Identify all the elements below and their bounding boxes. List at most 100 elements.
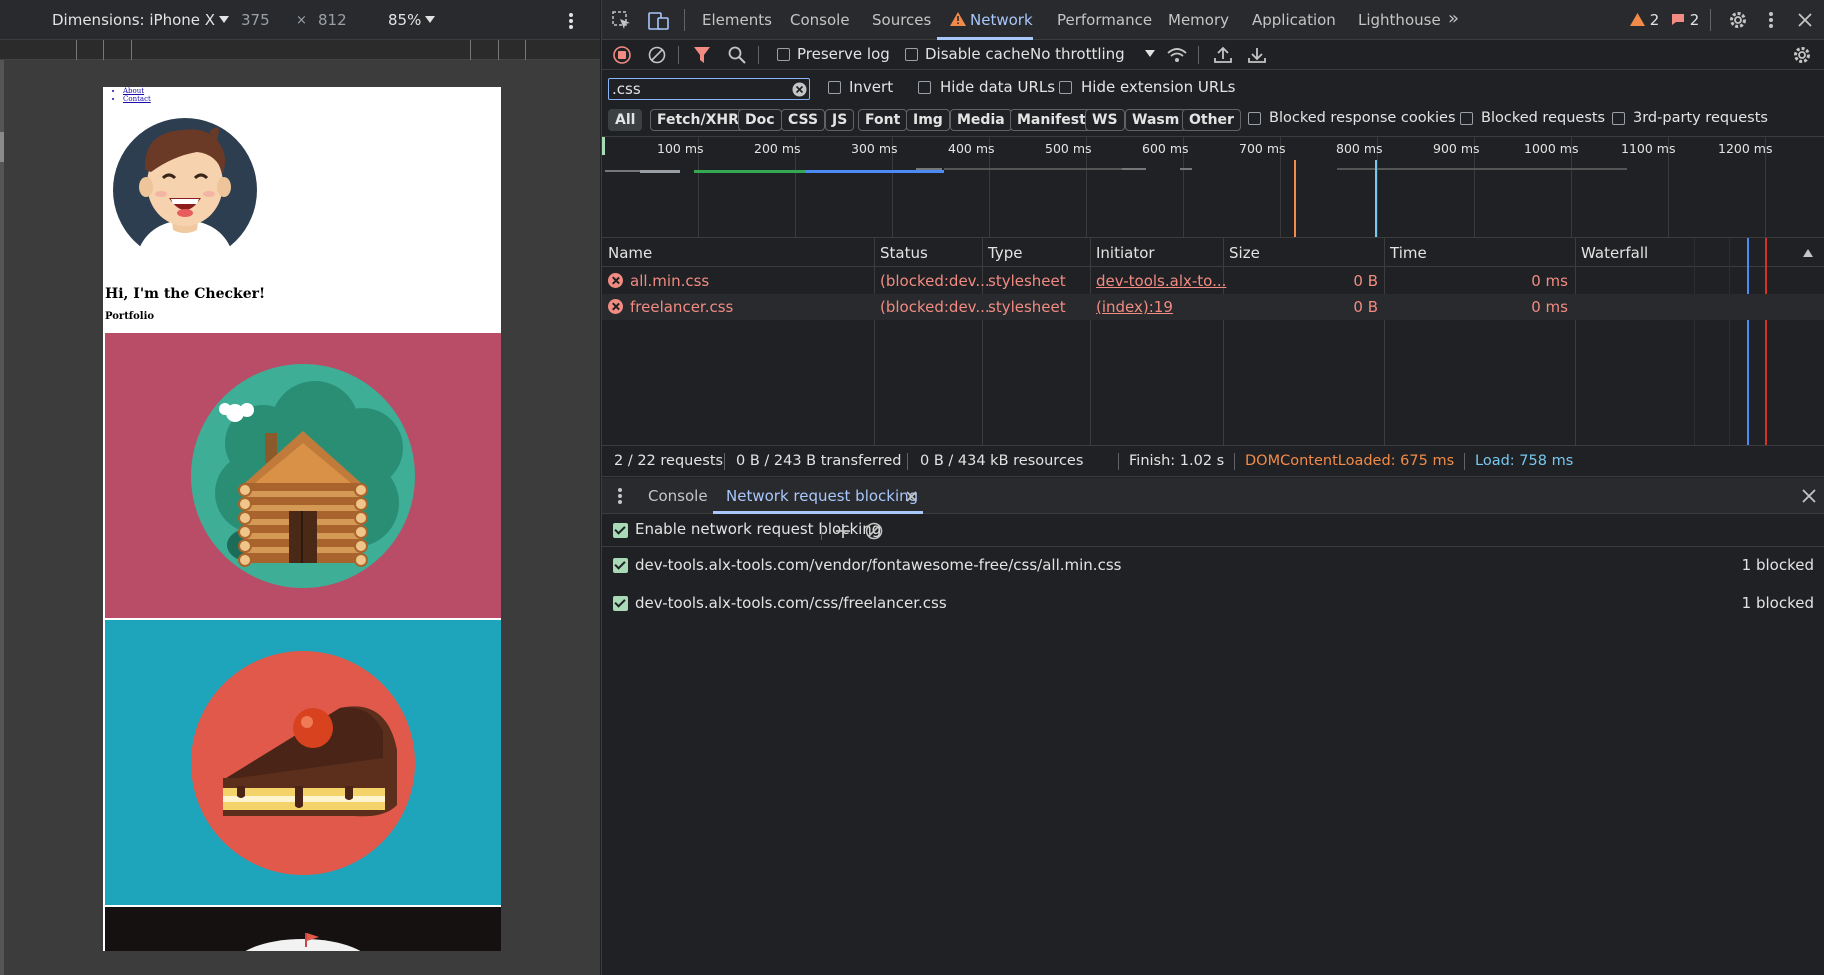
hide-data-urls-checkbox[interactable] [918, 81, 931, 94]
gear-icon[interactable] [1728, 10, 1748, 30]
page-nav: About Contact [123, 87, 151, 103]
portfolio-item-cabin[interactable] [105, 333, 501, 618]
more-tabs-icon[interactable]: » [1448, 8, 1459, 29]
export-har-icon[interactable] [1248, 46, 1266, 64]
type-filter-fetch-xhr[interactable]: Fetch/XHR [650, 109, 746, 131]
request-type: stylesheet [988, 298, 1066, 316]
portfolio-item-3[interactable] [105, 907, 501, 951]
column-header-time[interactable]: Time [1390, 244, 1427, 262]
close-icon[interactable] [1798, 13, 1812, 27]
error-icon [608, 299, 623, 314]
request-size: 0 B [1353, 272, 1378, 290]
device-select-label: Dimensions: iPhone X [52, 11, 216, 29]
column-header-name[interactable]: Name [608, 244, 652, 262]
tab-application[interactable]: Application [1252, 11, 1336, 29]
add-pattern-icon[interactable] [835, 523, 851, 539]
column-header-waterfall[interactable]: Waterfall [1581, 244, 1648, 262]
filter-input[interactable]: .css [608, 78, 810, 100]
tab-console[interactable]: Console [790, 11, 850, 29]
type-filter-css[interactable]: CSS [781, 109, 826, 131]
third-party-requests-checkbox[interactable] [1612, 112, 1625, 125]
device-toolbar-icon[interactable] [648, 11, 670, 31]
blocked-pattern-row[interactable]: dev-tools.alx-tools.com/vendor/fontaweso… [602, 548, 1824, 586]
network-settings-gear-icon[interactable] [1792, 45, 1812, 65]
type-filter-wasm[interactable]: Wasm [1125, 109, 1187, 131]
type-filter-font[interactable]: Font [858, 109, 908, 131]
drawer-tab-console[interactable]: Console [648, 487, 708, 505]
filter-icon[interactable] [694, 46, 710, 64]
request-initiator[interactable]: dev-tools.alx-to... [1096, 272, 1226, 290]
remove-all-patterns-icon[interactable] [865, 522, 883, 540]
width-input[interactable]: 375 [241, 11, 270, 29]
invert-label: Invert [849, 78, 894, 96]
column-header-type[interactable]: Type [988, 244, 1022, 262]
table-row[interactable]: freelancer.css (blocked:dev... styleshee… [602, 294, 1824, 320]
device-select[interactable]: Dimensions: iPhone X [52, 11, 230, 29]
tab-performance[interactable]: Performance [1057, 11, 1152, 29]
summary-domcontentloaded: DOMContentLoaded: 675 ms [1245, 453, 1455, 469]
clear-icon[interactable] [648, 46, 666, 64]
blocked-response-cookies-checkbox[interactable] [1248, 112, 1261, 125]
disable-cache-label: Disable cache [925, 45, 1030, 63]
network-overview-timeline[interactable]: 100 ms 200 ms 300 ms 400 ms 500 ms 600 m… [602, 137, 1824, 238]
blocked-pattern-row[interactable]: dev-tools.alx-tools.com/css/freelancer.c… [602, 586, 1824, 624]
errors-badge[interactable]: 2 [1671, 11, 1699, 29]
summary-load: Load: 758 ms [1475, 453, 1574, 469]
type-filter-ws[interactable]: WS [1085, 109, 1125, 131]
more-vert-icon[interactable] [1768, 11, 1774, 29]
resize-handle[interactable] [0, 60, 4, 975]
column-header-size[interactable]: Size [1229, 244, 1260, 262]
close-tab-icon[interactable] [906, 491, 917, 502]
type-filter-all[interactable]: All [608, 109, 643, 131]
more-vert-icon[interactable] [568, 12, 574, 30]
network-conditions-icon[interactable] [1166, 46, 1188, 64]
request-blocking-toolbar: Enable network request blocking [602, 514, 1824, 547]
clear-filter-icon[interactable] [792, 82, 807, 97]
throttling-select[interactable]: No throttling [1030, 45, 1155, 63]
nav-item-contact[interactable]: Contact [123, 95, 151, 103]
pattern-checkbox[interactable] [613, 558, 628, 573]
search-icon[interactable] [728, 46, 746, 64]
close-drawer-icon[interactable] [1802, 489, 1816, 503]
tab-lighthouse[interactable]: Lighthouse [1358, 11, 1441, 29]
nav-item-about[interactable]: About [123, 87, 151, 95]
blocked-requests-checkbox[interactable] [1460, 112, 1473, 125]
warnings-badge[interactable]: 2 [1630, 11, 1659, 29]
tab-memory[interactable]: Memory [1168, 11, 1229, 29]
invert-checkbox[interactable] [828, 81, 841, 94]
enable-blocking-checkbox[interactable] [613, 523, 628, 538]
drawer-tabbar: Console Network request blocking [602, 478, 1824, 514]
disable-cache-checkbox[interactable] [905, 48, 918, 61]
type-filter-doc[interactable]: Doc [738, 109, 782, 131]
type-filter-js[interactable]: JS [825, 109, 855, 131]
height-input[interactable]: 812 [318, 11, 347, 29]
pattern-checkbox[interactable] [613, 596, 628, 611]
hide-extension-urls-checkbox[interactable] [1059, 81, 1072, 94]
tab-network[interactable]: Network [950, 11, 1033, 29]
hide-extension-urls-label: Hide extension URLs [1081, 78, 1236, 96]
drawer-menu-icon[interactable] [617, 487, 623, 505]
table-row[interactable]: all.min.css (blocked:dev... stylesheet d… [602, 268, 1824, 294]
preserve-log-checkbox[interactable] [777, 48, 790, 61]
timeline-tick: 600 ms [1142, 141, 1189, 156]
column-header-status[interactable]: Status [880, 244, 928, 262]
sort-ascending-icon[interactable] [1803, 249, 1813, 257]
request-initiator[interactable]: (index):19 [1096, 298, 1173, 316]
drawer-tab-network-request-blocking[interactable]: Network request blocking [726, 487, 918, 505]
error-icon [1672, 14, 1684, 25]
warning-icon [1630, 13, 1645, 26]
record-icon[interactable] [613, 46, 631, 64]
type-filter-img[interactable]: Img [906, 109, 950, 131]
inspect-element-icon[interactable] [612, 11, 632, 31]
type-filter-media[interactable]: Media [950, 109, 1012, 131]
column-header-initiator[interactable]: Initiator [1096, 244, 1155, 262]
import-har-icon[interactable] [1214, 46, 1232, 64]
type-filter-other[interactable]: Other [1182, 109, 1241, 131]
zoom-select[interactable]: 85% [388, 11, 436, 29]
type-filter-manifest[interactable]: Manifest [1010, 109, 1093, 131]
hero-subtitle: Portfolio [105, 311, 155, 322]
requests-table: Name Status Type Initiator Size Time Wat… [602, 238, 1824, 445]
tab-sources[interactable]: Sources [872, 11, 931, 29]
portfolio-item-cake[interactable] [105, 620, 501, 905]
tab-elements[interactable]: Elements [702, 11, 772, 29]
